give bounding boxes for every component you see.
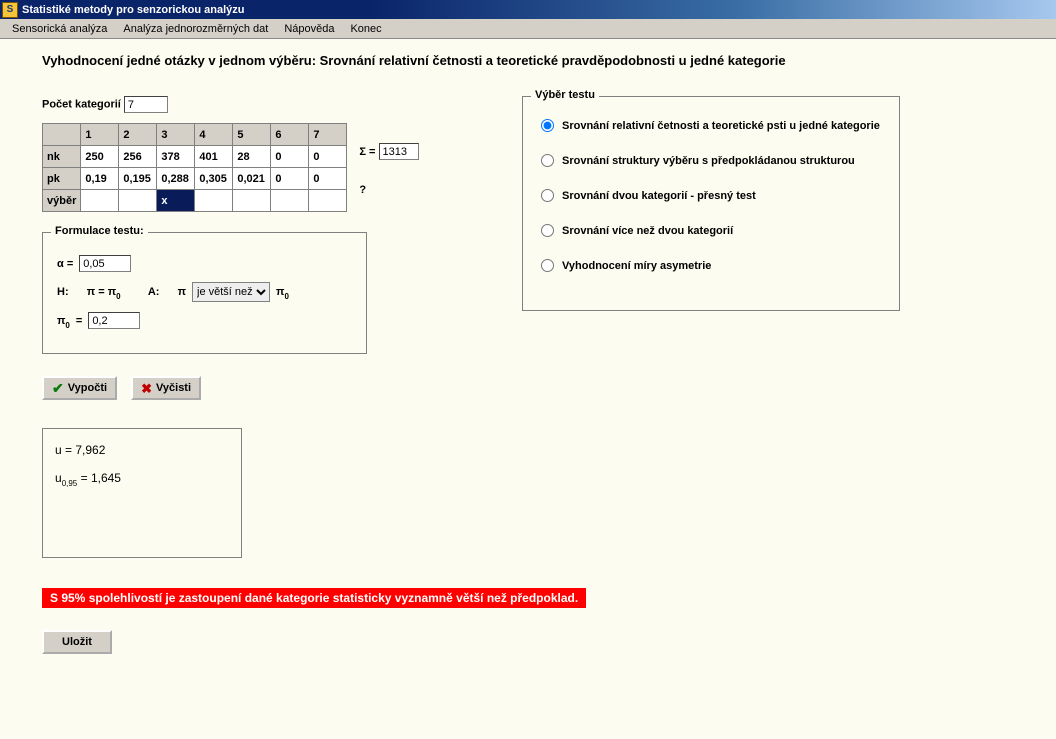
conclusion-bar: S 95% spolehlivostí je zastoupení dané k… <box>42 588 586 608</box>
radio-input-4[interactable] <box>541 259 554 272</box>
sigma-value <box>379 143 419 160</box>
u-crit: u0,95 = 1,645 <box>55 471 229 485</box>
menu-analyza-jednorozmernych[interactable]: Analýza jednorozměrných dat <box>115 21 276 37</box>
vyber-cell-selected[interactable]: x <box>157 190 195 212</box>
vyber-cell[interactable] <box>309 190 347 212</box>
menu-sensoricka-analyza[interactable]: Sensorická analýza <box>4 21 115 37</box>
nk-cell[interactable]: 0 <box>309 146 347 168</box>
formulation-legend: Formulace testu: <box>51 225 148 237</box>
pk-cell[interactable]: 0,195 <box>119 168 157 190</box>
vyber-cell[interactable] <box>271 190 309 212</box>
clear-button[interactable]: ✖ Vyčisti <box>131 376 201 400</box>
pk-cell[interactable]: 0,288 <box>157 168 195 190</box>
compute-button[interactable]: ✔ Vypočti <box>42 376 117 400</box>
radio-option-1[interactable]: Srovnání struktury výběru s předpokládan… <box>541 154 881 167</box>
col-header: 1 <box>81 124 119 146</box>
pk-cell[interactable]: 0 <box>271 168 309 190</box>
formulation-panel: Formulace testu: α = H: π = π0 A: π je v… <box>42 232 367 354</box>
vyber-cell[interactable] <box>81 190 119 212</box>
radio-label: Srovnání relativní četnosti a teoretické… <box>562 120 880 132</box>
a-label: A: <box>148 286 160 298</box>
nk-cell[interactable]: 0 <box>271 146 309 168</box>
nk-cell[interactable]: 28 <box>233 146 271 168</box>
radio-option-2[interactable]: Srovnání dvou kategorií - přesný test <box>541 189 881 202</box>
pi0-input[interactable] <box>88 312 140 329</box>
nk-cell[interactable]: 401 <box>195 146 233 168</box>
pi0-label: π0 <box>57 315 70 327</box>
col-header: 4 <box>195 124 233 146</box>
test-select-panel: Výběr testu Srovnání relativní četnosti … <box>522 96 900 311</box>
row-header-pk: pk <box>43 168 81 190</box>
window-title: Statistiké metody pro senzorickou analýz… <box>22 4 245 16</box>
alpha-input[interactable] <box>79 255 131 272</box>
save-label: Uložit <box>62 636 92 648</box>
categories-input[interactable] <box>124 96 168 113</box>
radio-option-4[interactable]: Vyhodnocení míry asymetrie <box>541 259 881 272</box>
radio-label: Srovnání více než dvou kategorií <box>562 225 733 237</box>
check-icon: ✔ <box>52 381 64 395</box>
row-header-vyber: výběr <box>43 190 81 212</box>
window-titlebar: S Statistiké metody pro senzorickou anal… <box>0 0 1056 19</box>
clear-label: Vyčisti <box>156 382 191 394</box>
compare-select[interactable]: je větší než <box>192 282 270 302</box>
test-select-legend: Výběr testu <box>531 89 599 101</box>
question-mark: ? <box>359 184 418 196</box>
nk-cell[interactable]: 378 <box>157 146 195 168</box>
nk-cell[interactable]: 256 <box>119 146 157 168</box>
app-icon: S <box>2 2 18 18</box>
u-value: u = 7,962 <box>55 443 229 457</box>
radio-input-2[interactable] <box>541 189 554 202</box>
save-button[interactable]: Uložit <box>42 630 112 654</box>
col-header: 5 <box>233 124 271 146</box>
menu-napoveda[interactable]: Nápověda <box>276 21 342 37</box>
pk-cell[interactable]: 0 <box>309 168 347 190</box>
col-header: 3 <box>157 124 195 146</box>
col-header: 2 <box>119 124 157 146</box>
radio-option-3[interactable]: Srovnání více než dvou kategorií <box>541 224 881 237</box>
radio-label: Srovnání dvou kategorií - přesný test <box>562 190 756 202</box>
radio-input-0[interactable] <box>541 119 554 132</box>
menu-konec[interactable]: Konec <box>342 21 389 37</box>
vyber-cell[interactable] <box>195 190 233 212</box>
result-box: u = 7,962 u0,95 = 1,645 <box>42 428 242 558</box>
compute-label: Vypočti <box>68 382 107 394</box>
page-title: Vyhodnocení jedné otázky v jednom výběru… <box>42 53 1028 68</box>
radio-option-0[interactable]: Srovnání relativní četnosti a teoretické… <box>541 119 881 132</box>
h-label: H: <box>57 286 69 298</box>
categories-label: Počet kategorií <box>42 99 121 111</box>
pi0-eq: = <box>76 315 82 327</box>
radio-label: Vyhodnocení míry asymetrie <box>562 260 711 272</box>
a-pi: π <box>178 286 186 298</box>
table-corner <box>43 124 81 146</box>
pk-cell[interactable]: 0,19 <box>81 168 119 190</box>
data-table: 1 2 3 4 5 6 7 nk 250 256 378 401 2 <box>42 123 347 212</box>
row-header-nk: nk <box>43 146 81 168</box>
pk-cell[interactable]: 0,021 <box>233 168 271 190</box>
radio-input-3[interactable] <box>541 224 554 237</box>
col-header: 7 <box>309 124 347 146</box>
col-header: 6 <box>271 124 309 146</box>
pi0-right: π0 <box>276 286 289 298</box>
radio-label: Srovnání struktury výběru s předpokládan… <box>562 155 855 167</box>
vyber-cell[interactable] <box>119 190 157 212</box>
menu-bar: Sensorická analýza Analýza jednorozměrný… <box>0 19 1056 39</box>
sigma-label: Σ = <box>359 146 375 158</box>
h-expr: π = π0 <box>87 286 121 298</box>
alpha-label: α = <box>57 258 73 270</box>
nk-cell[interactable]: 250 <box>81 146 119 168</box>
radio-input-1[interactable] <box>541 154 554 167</box>
pk-cell[interactable]: 0,305 <box>195 168 233 190</box>
x-icon: ✖ <box>141 382 152 395</box>
vyber-cell[interactable] <box>233 190 271 212</box>
